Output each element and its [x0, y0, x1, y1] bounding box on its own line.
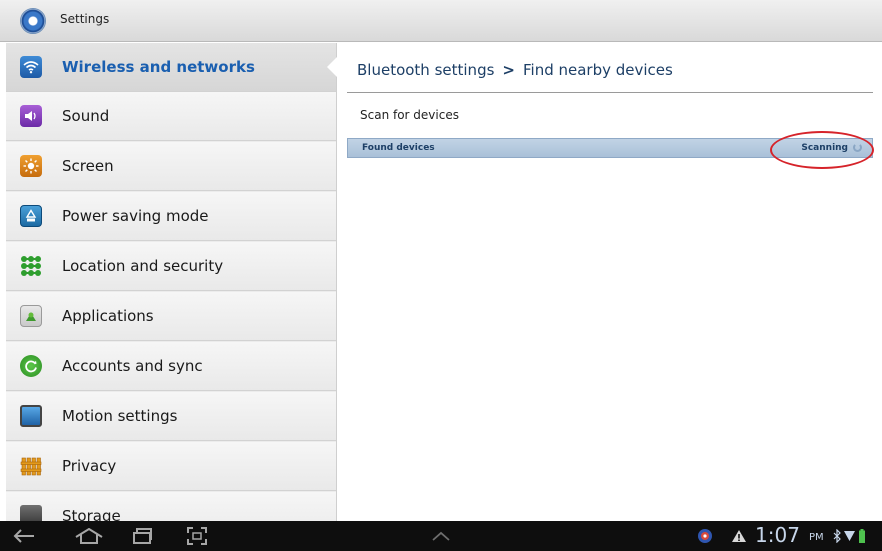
- back-icon[interactable]: [12, 521, 36, 551]
- sidebar-item-sound[interactable]: Sound: [6, 92, 336, 141]
- app-notification-icon[interactable]: [694, 521, 716, 551]
- sidebar-item-label: Power saving mode: [62, 207, 209, 225]
- recycle-icon: [20, 205, 42, 227]
- sidebar-item-label: Sound: [62, 107, 110, 125]
- system-navigation-bar: 1:07 PM: [0, 521, 882, 551]
- fence-icon: [20, 455, 42, 477]
- speaker-icon: [20, 105, 42, 127]
- breadcrumb-current: Find nearby devices: [522, 61, 673, 79]
- highlight-annotation: [770, 131, 874, 169]
- wifi-status-icon: [843, 521, 855, 551]
- brightness-icon: [20, 155, 42, 177]
- sidebar-item-label: Applications: [62, 307, 154, 325]
- sidebar-item-location-and-security[interactable]: Location and security: [6, 242, 336, 291]
- found-devices-label: Found devices: [362, 143, 435, 153]
- sidebar-item-label: Location and security: [62, 257, 224, 275]
- selection-pointer: [327, 57, 337, 77]
- sidebar-item-privacy[interactable]: Privacy: [6, 442, 336, 491]
- app-title: Settings: [60, 12, 110, 26]
- clock-ampm: PM: [809, 532, 824, 543]
- main-pane: Bluetooth settings > Find nearby devices S…: [338, 43, 882, 521]
- breadcrumb-separator: >: [502, 61, 515, 79]
- battery-icon: [857, 521, 867, 551]
- sd-card-icon: [20, 505, 42, 521]
- settings-sidebar: Wireless and networks Sound Screen Power…: [6, 43, 337, 521]
- sidebar-item-applications[interactable]: Applications: [6, 292, 336, 341]
- sidebar-item-label: Screen: [62, 157, 114, 175]
- recent-apps-icon[interactable]: [130, 521, 156, 551]
- wifi-icon: [20, 56, 42, 78]
- sidebar-item-screen[interactable]: Screen: [6, 142, 336, 191]
- tablet-icon: [20, 405, 42, 427]
- up-arrow-icon[interactable]: [428, 521, 454, 551]
- sidebar-item-wireless-and-networks[interactable]: Wireless and networks: [6, 43, 336, 92]
- settings-gear-icon: [20, 8, 46, 34]
- breadcrumb: Bluetooth settings > Find nearby devices: [357, 61, 673, 79]
- home-icon[interactable]: [72, 521, 106, 551]
- title-bar: Settings: [0, 0, 882, 42]
- grid-lock-icon: [20, 255, 42, 277]
- screenshot-icon[interactable]: [184, 521, 210, 551]
- sidebar-item-label: Storage: [62, 507, 121, 521]
- sidebar-item-label: Motion settings: [62, 407, 178, 425]
- breadcrumb-parent[interactable]: Bluetooth settings: [357, 61, 494, 79]
- sidebar-item-label: Accounts and sync: [62, 357, 203, 375]
- sidebar-item-label: Privacy: [62, 457, 117, 475]
- sidebar-item-accounts-and-sync[interactable]: Accounts and sync: [6, 342, 336, 391]
- warning-icon[interactable]: [728, 521, 750, 551]
- bluetooth-icon: [832, 521, 842, 551]
- android-icon: [20, 305, 42, 327]
- sidebar-item-storage[interactable]: Storage: [6, 492, 336, 521]
- clock-time: 1:07: [755, 523, 800, 547]
- sidebar-item-power-saving-mode[interactable]: Power saving mode: [6, 192, 336, 241]
- sync-icon: [20, 355, 42, 377]
- scan-for-devices-button[interactable]: Scan for devices: [360, 108, 459, 122]
- sidebar-item-label: Wireless and networks: [62, 58, 255, 76]
- divider: [347, 92, 873, 93]
- sidebar-item-motion-settings[interactable]: Motion settings: [6, 392, 336, 441]
